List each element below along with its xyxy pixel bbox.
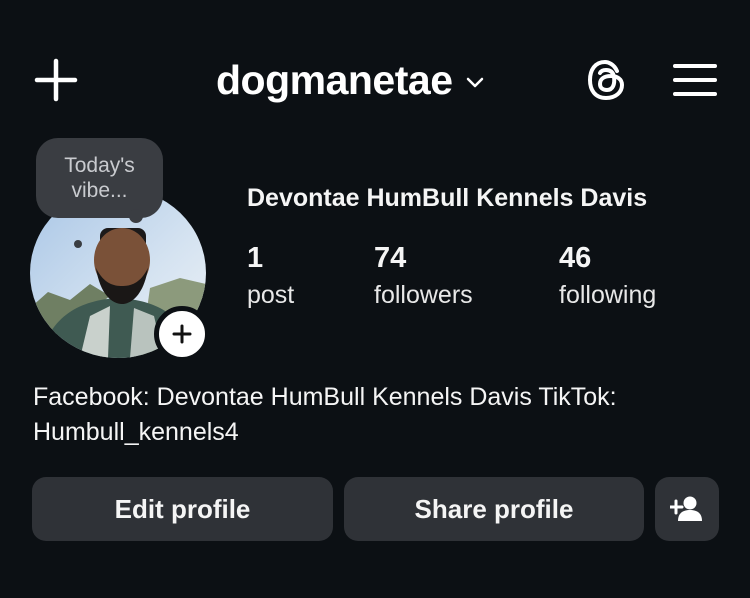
threads-icon[interactable] xyxy=(584,57,630,103)
plus-icon[interactable] xyxy=(34,58,78,102)
edit-profile-label: Edit profile xyxy=(114,493,251,524)
followers-stat[interactable]: 74 followers xyxy=(374,240,473,312)
note-bubble[interactable]: Today's vibe... xyxy=(36,138,163,218)
discover-people-button[interactable] xyxy=(655,477,719,541)
account-switcher[interactable]: dogmanetae xyxy=(216,52,485,108)
note-bubble-tail-small xyxy=(74,240,82,248)
cropped-next-section xyxy=(0,588,750,598)
posts-stat[interactable]: 1 post xyxy=(247,240,294,312)
add-person-icon xyxy=(670,496,702,521)
hamburger-menu-icon[interactable] xyxy=(672,60,718,100)
share-profile-label: Share profile xyxy=(414,493,574,524)
plus-circle-icon xyxy=(172,324,192,344)
top-bar: dogmanetae xyxy=(0,0,750,140)
following-label: following xyxy=(559,281,657,309)
posts-label: post xyxy=(247,281,295,309)
username-title: dogmanetae xyxy=(216,57,453,103)
bio-text: Facebook: Devontae HumBull Kennels Davis… xyxy=(33,383,617,446)
note-text: Today's vibe... xyxy=(64,154,135,202)
posts-count: 1 xyxy=(247,242,264,274)
followers-count: 74 xyxy=(374,242,407,274)
display-name: Devontae HumBull Kennels Davis xyxy=(247,184,648,212)
edit-profile-button[interactable]: Edit profile xyxy=(32,477,333,541)
following-count: 46 xyxy=(559,242,592,274)
note-bubble-tail xyxy=(129,209,143,223)
followers-label: followers xyxy=(374,281,473,309)
chevron-down-icon xyxy=(466,77,483,88)
add-story-button[interactable] xyxy=(154,306,210,362)
following-stat[interactable]: 46 following xyxy=(559,240,656,312)
share-profile-button[interactable]: Share profile xyxy=(344,477,644,541)
